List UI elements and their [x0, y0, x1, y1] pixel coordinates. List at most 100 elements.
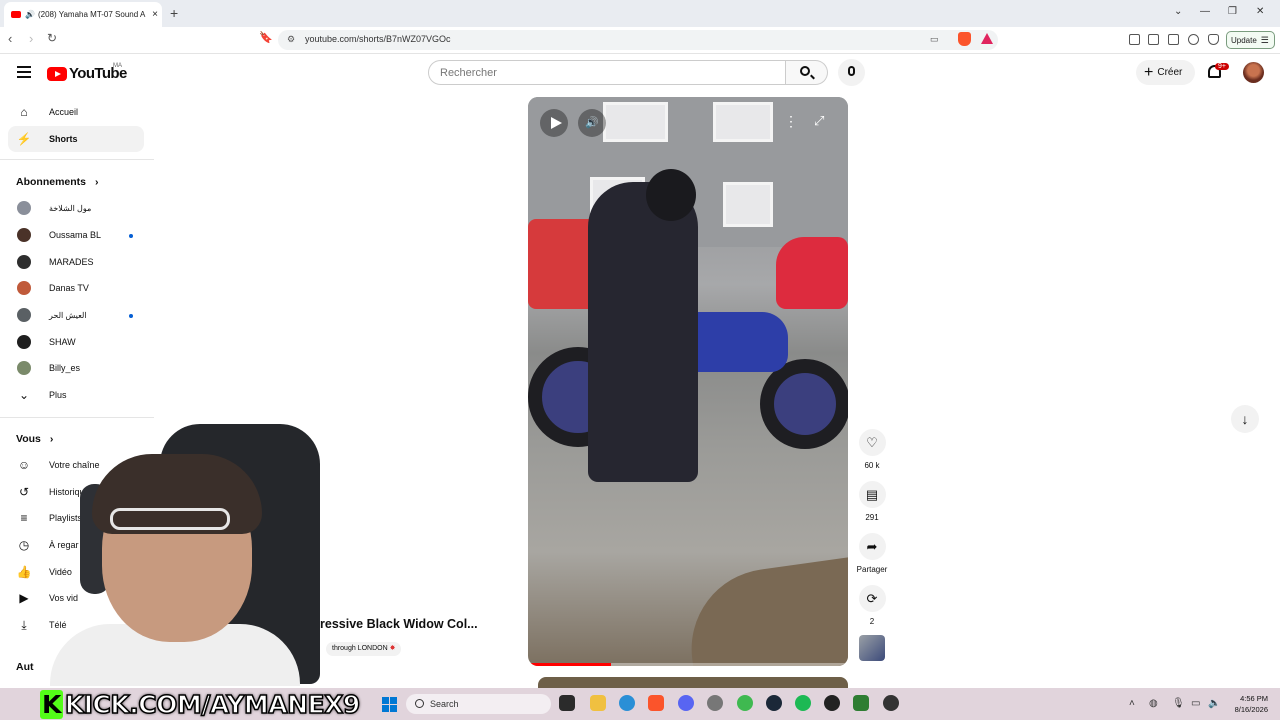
hamburger-menu-icon[interactable]: [17, 66, 31, 81]
new-tab-button[interactable]: +: [170, 5, 178, 21]
network-icon[interactable]: ▭: [1191, 698, 1200, 709]
short-video-player[interactable]: 🔊 ⋮ ⤢: [528, 97, 848, 666]
close-window-icon[interactable]: ✕: [1256, 6, 1264, 17]
task-view-icon[interactable]: [559, 695, 575, 711]
rider-helmet: [646, 169, 696, 221]
discord-icon[interactable]: [678, 695, 694, 711]
sidebar-item-shorts[interactable]: ⚡ Shorts: [8, 126, 144, 152]
notification-badge: 9+: [1215, 63, 1229, 70]
shorts-icon: ⚡: [16, 132, 32, 146]
remix-action[interactable]: ⟳ 2: [853, 585, 891, 626]
search-input[interactable]: Rechercher: [428, 60, 786, 85]
chevron-down-icon: ⌄: [18, 388, 30, 402]
play-icon: [551, 117, 562, 129]
voice-search-button[interactable]: [838, 59, 865, 86]
windows-start-icon[interactable]: [382, 697, 397, 712]
remix-icon[interactable]: ⟳: [858, 585, 886, 612]
taskbar-clock[interactable]: 4:56 PM 8/16/2026: [1222, 693, 1268, 715]
sidebar-item-subscription[interactable]: Oussama BL: [8, 222, 144, 248]
sidebar-item-more[interactable]: ⌄ Plus: [8, 382, 144, 408]
clock-time: 4:56 PM: [1240, 694, 1268, 703]
video-progress-bar[interactable]: [528, 663, 848, 666]
steam-icon[interactable]: [766, 695, 782, 711]
house-window: [723, 182, 773, 227]
share-icon[interactable]: ➦: [858, 533, 886, 560]
media-icon[interactable]: [1129, 34, 1140, 45]
vpn-shield-icon[interactable]: [1208, 34, 1219, 45]
spotify-icon[interactable]: [795, 695, 811, 711]
subscriptions-heading[interactable]: Abonnements ›: [16, 176, 98, 188]
tab-close-icon[interactable]: ×: [148, 9, 162, 20]
back-icon[interactable]: ‹: [8, 31, 12, 46]
tab-search-icon[interactable]: ⌄: [1174, 6, 1182, 17]
tray-overflow-icon[interactable]: ˄: [1129, 698, 1135, 709]
app-icon[interactable]: [824, 695, 840, 711]
volume-tray-icon[interactable]: 🔈: [1208, 698, 1220, 709]
kick-url-text: KICK.COM/AYMANEX9: [64, 689, 361, 720]
taskbar-search[interactable]: Search: [406, 694, 551, 714]
youtube-logo[interactable]: YouTube MA: [47, 63, 127, 82]
search-button[interactable]: [786, 60, 828, 85]
fullscreen-icon[interactable]: ⤢: [814, 113, 824, 129]
share-label: Partager: [856, 565, 888, 574]
minimize-icon[interactable]: —: [1200, 6, 1210, 17]
brave-rewards-icon[interactable]: [981, 33, 993, 44]
settings-icon[interactable]: [707, 695, 723, 711]
extensions-icon[interactable]: [1188, 34, 1199, 45]
reload-icon[interactable]: ↻: [47, 31, 57, 45]
update-button[interactable]: Update ☰: [1226, 31, 1275, 49]
sidebar-item-subscription[interactable]: العيش الحر: [8, 302, 144, 328]
play-button[interactable]: [540, 109, 568, 137]
sidebar-item-subscription[interactable]: مول الشلاخة: [8, 195, 144, 221]
motorcycle-front-wheel: [760, 359, 848, 449]
like-icon[interactable]: ♡: [858, 429, 886, 456]
create-button[interactable]: + Créer: [1136, 60, 1195, 85]
house-window: [603, 102, 668, 142]
streamer-webcam-overlay: [40, 424, 360, 686]
channel-avatar: [17, 335, 31, 349]
comment-action[interactable]: ▤ 291: [853, 481, 891, 522]
bookmark-icon[interactable]: 🔖: [259, 31, 273, 44]
brave-browser-icon[interactable]: [648, 695, 664, 711]
channel-avatar: [17, 201, 31, 215]
maximize-icon[interactable]: ❐: [1228, 6, 1237, 17]
more-options-icon[interactable]: ⋮: [784, 113, 798, 130]
forward-icon[interactable]: ›: [29, 31, 33, 46]
sound-thumbnail[interactable]: [859, 635, 885, 661]
share-action[interactable]: ➦ Partager: [853, 533, 891, 574]
microphone-icon[interactable]: 🎙: [1172, 698, 1185, 709]
wallet-icon[interactable]: [1168, 34, 1179, 45]
cast-icon[interactable]: ▭: [930, 34, 939, 45]
tray-app-icon[interactable]: ◍: [1149, 698, 1158, 709]
new-content-dot: [129, 314, 133, 318]
sidebar-item-subscription[interactable]: Danas TV: [8, 275, 144, 301]
terminal-icon[interactable]: [853, 695, 869, 711]
recording-app-icon[interactable]: [883, 695, 899, 711]
volume-button[interactable]: 🔊: [578, 109, 606, 137]
clock-date: 8/16/2026: [1234, 705, 1268, 714]
you-title: Vous: [16, 433, 41, 445]
history-icon: ↺: [18, 485, 30, 499]
channel-avatar: [17, 308, 31, 322]
browser-tab[interactable]: 🔊 (208) Yamaha MT-07 Sound A ×: [4, 2, 162, 27]
sidebar-item-subscription[interactable]: Billy_es: [8, 355, 144, 381]
edge-icon[interactable]: [619, 695, 635, 711]
file-explorer-icon[interactable]: [590, 695, 606, 711]
sidebar-item-label: العيش الحر: [49, 310, 87, 320]
next-short-button[interactable]: ↓: [1231, 405, 1259, 433]
comment-icon[interactable]: ▤: [858, 481, 886, 508]
brave-shields-icon[interactable]: [958, 32, 971, 46]
sidebar-item-subscription[interactable]: SHAW: [8, 329, 144, 355]
like-action[interactable]: ♡ 60 k: [853, 429, 891, 470]
site-info-icon[interactable]: ⚙: [287, 34, 295, 45]
plus-icon: +: [1144, 63, 1154, 81]
home-icon: ⌂: [20, 105, 28, 119]
account-avatar[interactable]: [1243, 62, 1264, 83]
xbox-icon[interactable]: [737, 695, 753, 711]
sidebar-icon[interactable]: [1148, 34, 1159, 45]
sidebar-item-home[interactable]: ⌂ Accueil: [8, 99, 144, 125]
like-count: 60 k: [864, 461, 880, 470]
audio-playing-icon[interactable]: 🔊: [25, 10, 35, 19]
sidebar-item-subscription[interactable]: MARADES: [8, 249, 144, 275]
address-bar[interactable]: ⚙ youtube.com/shorts/B7nWZ07VGOc ▭: [278, 30, 998, 50]
